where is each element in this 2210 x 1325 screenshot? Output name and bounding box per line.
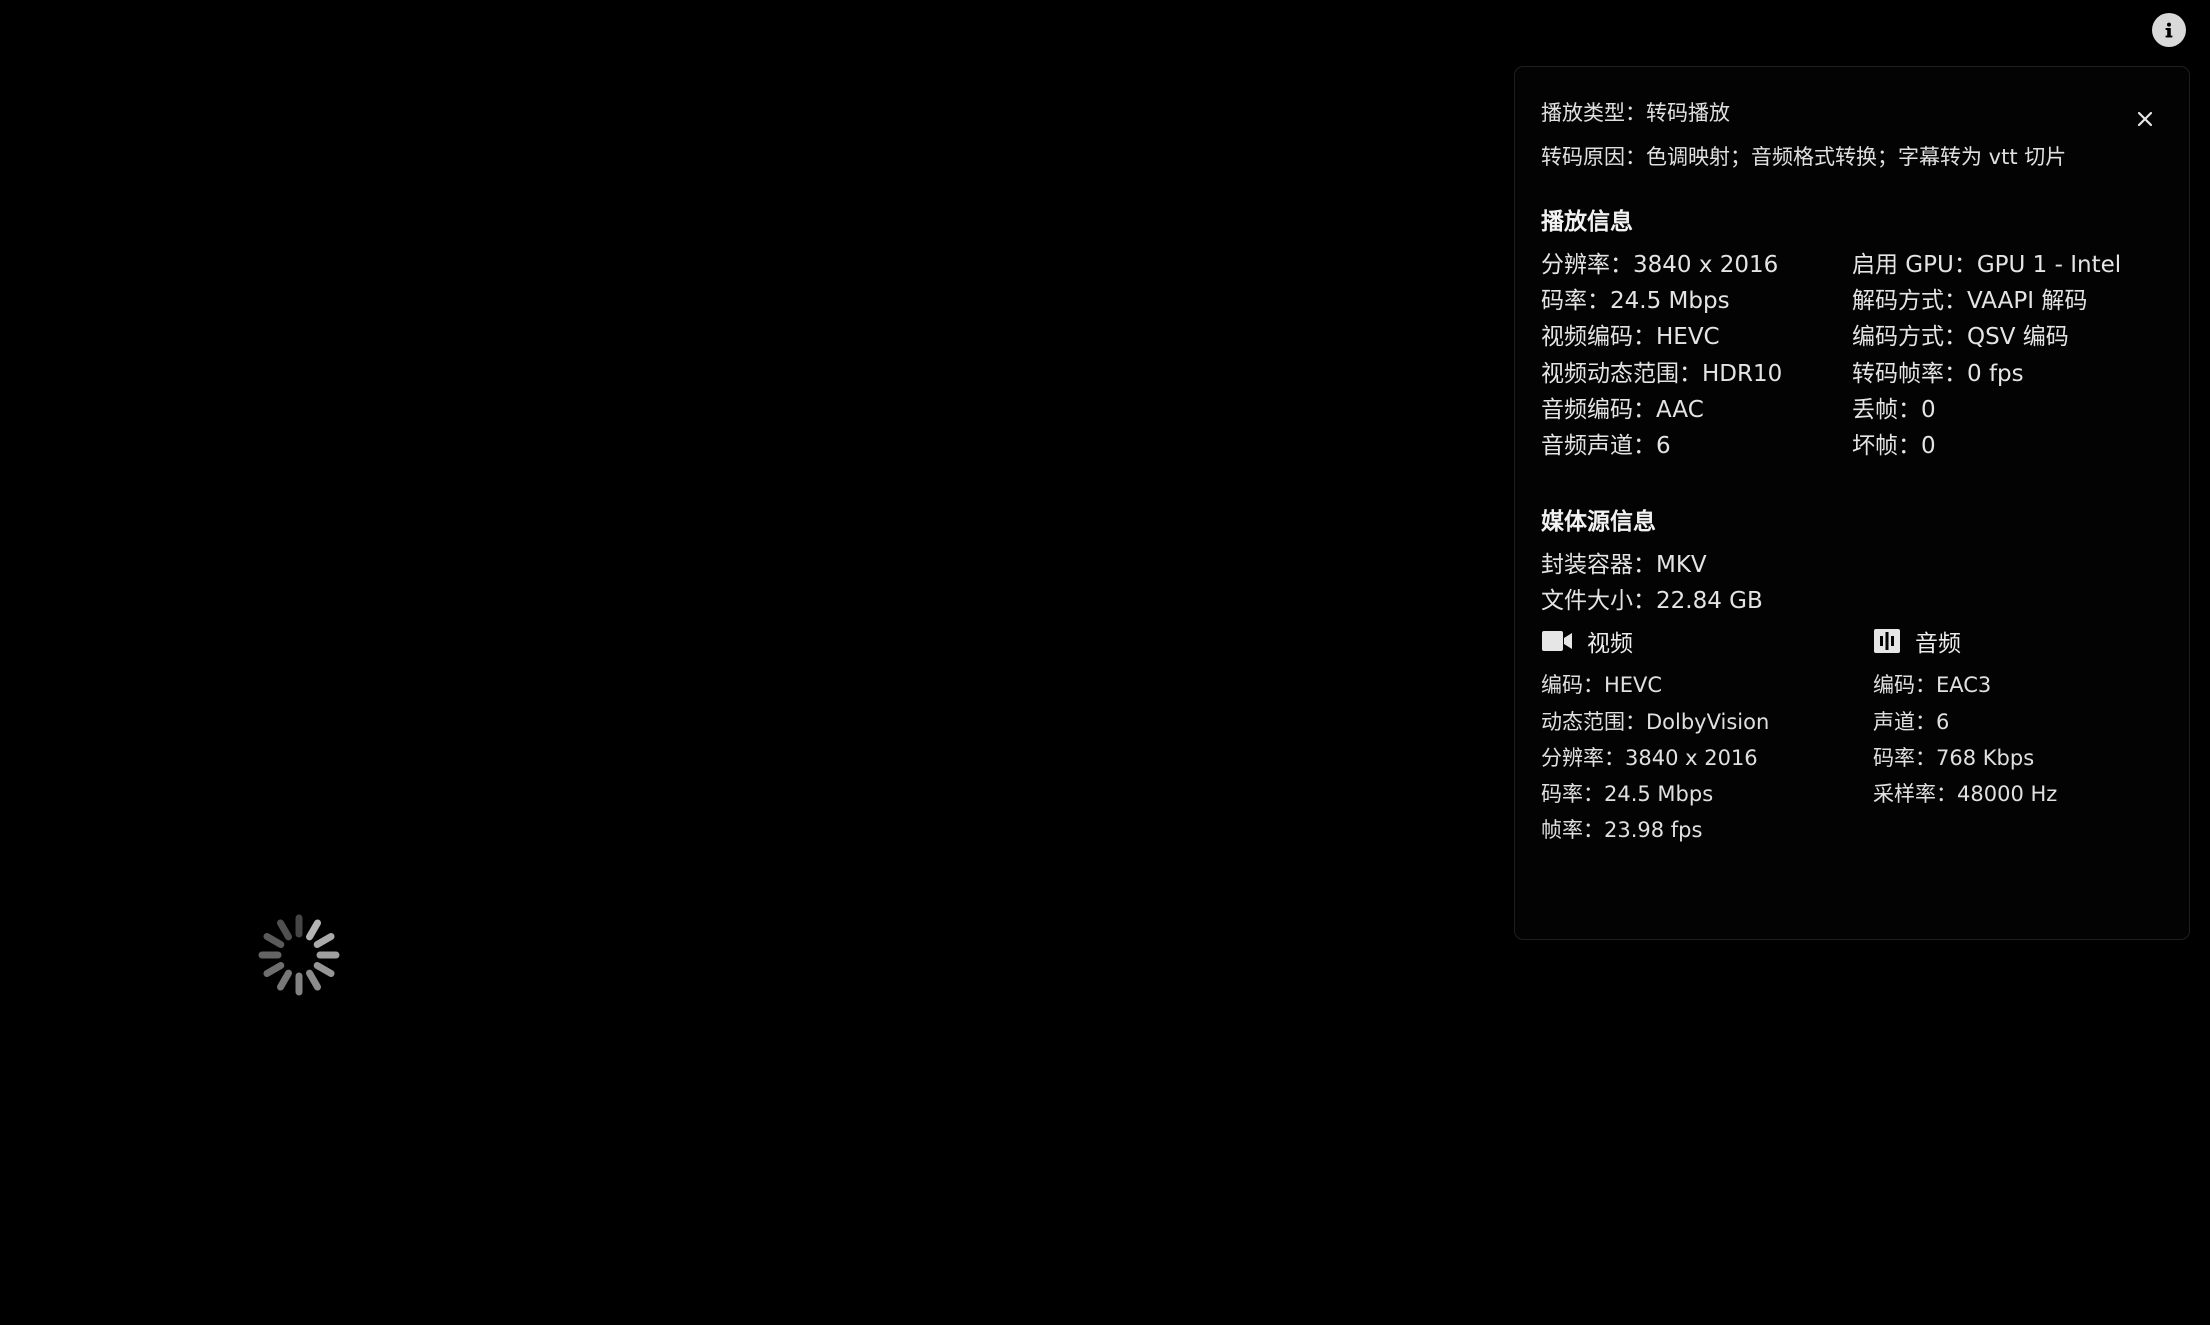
spinner-spoke — [306, 969, 321, 991]
spinner-spoke — [306, 919, 321, 941]
play-type: 播放类型：转码播放 — [1541, 101, 1730, 125]
playback-transcode-fps: 转码帧率：0 fps — [1852, 361, 2024, 387]
video-dynamic-range: 动态范围：DolbyVision — [1541, 710, 1770, 734]
playback-dynamic-range: 视频动态范围：HDR10 — [1541, 361, 1783, 387]
video-codec: 编码：HEVC — [1541, 673, 1663, 697]
spinner-spoke — [313, 962, 335, 977]
playback-corrupted-frames: 坏帧：0 — [1852, 433, 1936, 459]
video-bitrate: 码率：24.5 Mbps — [1541, 782, 1714, 806]
spinner-spoke — [277, 969, 292, 991]
audio-stream-header: 音频 — [1873, 624, 1961, 658]
audio-waveform-icon — [1874, 629, 1900, 653]
audio-stream-title: 音频 — [1915, 631, 1961, 657]
audio-codec: 编码：EAC3 — [1873, 673, 1992, 697]
playback-info-panel: 播放类型：转码播放 转码原因：色调映射；音频格式转换；字幕转为 vtt 切片 播… — [1514, 66, 2190, 940]
playback-video-codec: 视频编码：HEVC — [1541, 324, 1720, 350]
audio-channels: 声道：6 — [1873, 710, 1950, 734]
info-button[interactable] — [2152, 13, 2186, 47]
video-player[interactable]: 播放类型：转码播放 转码原因：色调映射；音频格式转换；字幕转为 vtt 切片 播… — [0, 0, 2210, 1325]
audio-bitrate: 码率：768 Kbps — [1873, 746, 2035, 770]
video-stream-title: 视频 — [1587, 631, 1633, 657]
source-container: 封装容器：MKV — [1541, 552, 1707, 578]
video-framerate: 帧率：23.98 fps — [1541, 818, 1703, 842]
close-button[interactable] — [2127, 101, 2163, 137]
playback-decode-method: 解码方式：VAAPI 解码 — [1852, 288, 2088, 314]
playback-encode-method: 编码方式：QSV 编码 — [1852, 324, 2069, 350]
audio-sample-rate: 采样率：48000 Hz — [1873, 782, 2058, 806]
loading-spinner — [254, 910, 344, 1000]
playback-audio-channels: 音频声道：6 — [1541, 433, 1671, 459]
playback-info-heading: 播放信息 — [1541, 209, 1633, 235]
source-file-size: 文件大小：22.84 GB — [1541, 588, 1763, 614]
video-camera-icon — [1542, 631, 1572, 651]
playback-resolution: 分辨率：3840 x 2016 — [1541, 252, 1779, 278]
playback-bitrate: 码率：24.5 Mbps — [1541, 288, 1730, 314]
close-icon — [2137, 111, 2153, 127]
loading-spinner-icon — [258, 914, 340, 996]
spinner-spoke — [263, 933, 285, 948]
spinner-spoke — [313, 933, 335, 948]
video-resolution: 分辨率：3840 x 2016 — [1541, 746, 1758, 770]
playback-dropped-frames: 丢帧：0 — [1852, 397, 1936, 423]
video-stream-header: 视频 — [1541, 624, 1633, 658]
playback-audio-codec: 音频编码：AAC — [1541, 397, 1704, 423]
spinner-spoke — [277, 919, 292, 941]
spinner-spoke — [263, 962, 285, 977]
playback-gpu: 启用 GPU：GPU 1 - Intel — [1852, 252, 2122, 278]
info-icon — [2165, 22, 2173, 38]
transcode-reason: 转码原因：色调映射；音频格式转换；字幕转为 vtt 切片 — [1541, 145, 2067, 169]
media-source-heading: 媒体源信息 — [1541, 509, 1656, 535]
